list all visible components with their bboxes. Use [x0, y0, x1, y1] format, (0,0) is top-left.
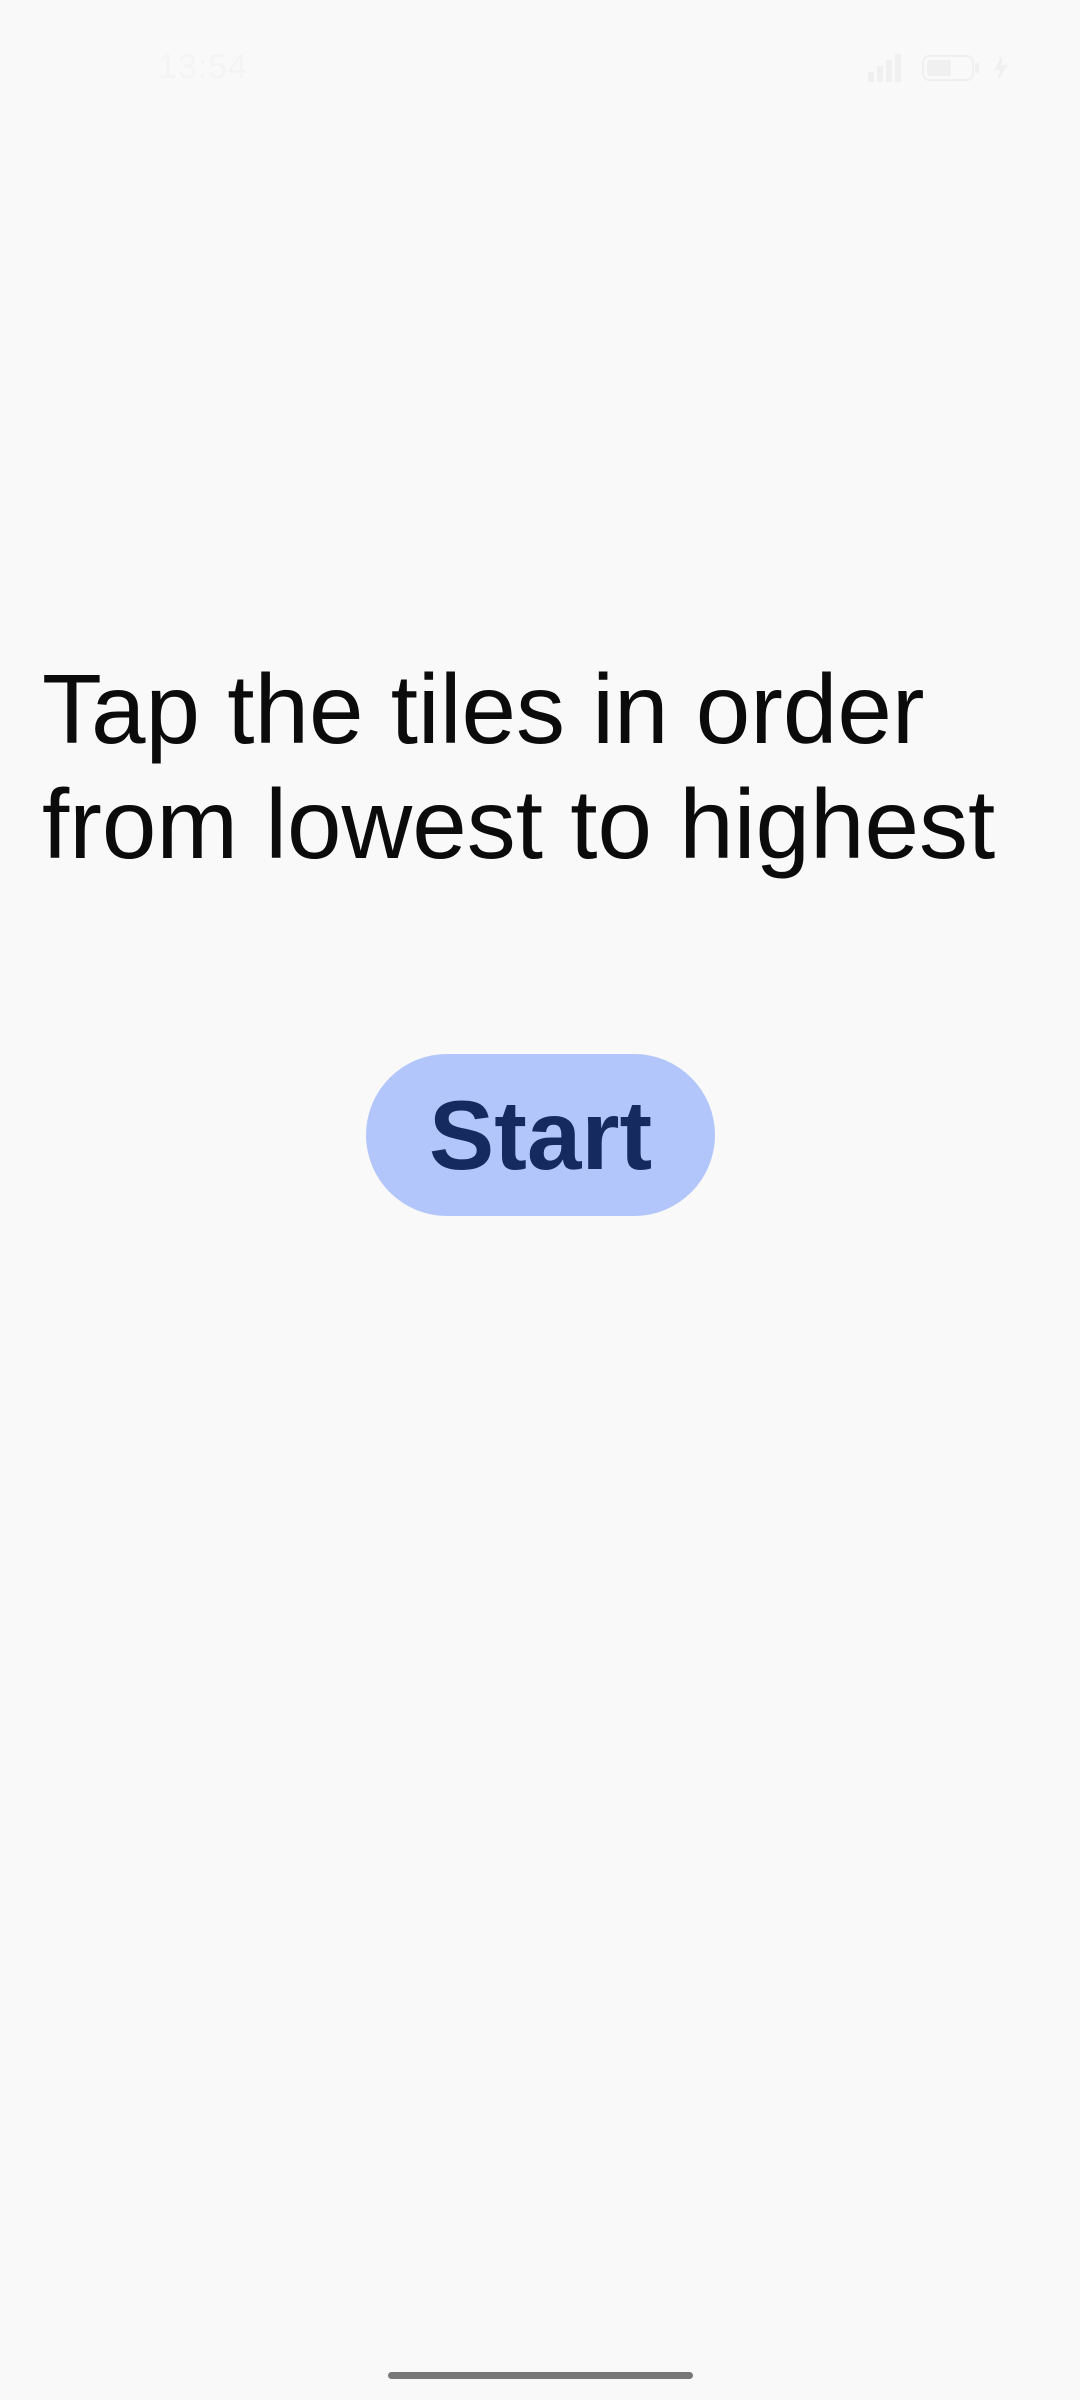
home-indicator[interactable] [388, 2372, 693, 2379]
start-button[interactable]: Start [366, 1054, 715, 1216]
game-start-screen: Tap the tiles in order from lowest to hi… [0, 0, 1080, 2400]
instruction-text: Tap the tiles in order from lowest to hi… [42, 654, 996, 879]
